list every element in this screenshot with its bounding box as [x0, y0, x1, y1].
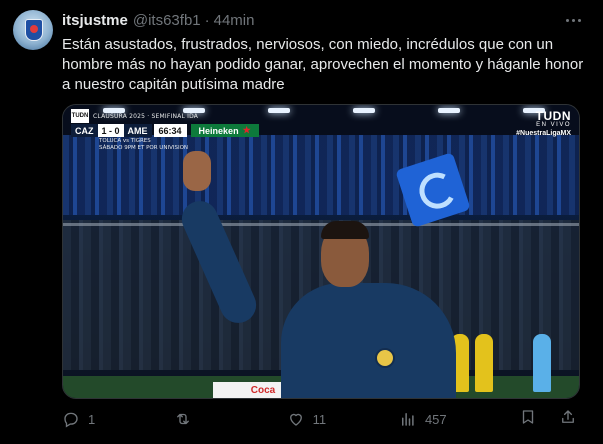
home-team: CAZ	[71, 124, 98, 137]
away-team: AME	[123, 124, 152, 137]
like-count: 11	[312, 411, 327, 427]
background-player	[475, 334, 493, 392]
action-bar-right	[519, 408, 577, 431]
action-bar: 1 11 457	[62, 408, 577, 430]
stadium-rail	[63, 223, 579, 226]
like-button[interactable]: 11	[287, 410, 327, 428]
coach-hand	[183, 151, 211, 191]
match-caption: CLAUSURA 2025 · SEMIFINAL IDA	[93, 112, 199, 120]
background-player	[533, 334, 551, 392]
sponsor-badge: Heineken ★	[190, 124, 259, 137]
next-match-line-1: TOLUCA vs TIGRES	[99, 138, 151, 144]
bookmark-icon[interactable]	[519, 408, 537, 431]
hashtag: #NuestraLigaMX	[516, 130, 571, 137]
reply-count: 1	[88, 411, 96, 427]
coach-jacket	[281, 283, 456, 398]
more-icon[interactable]	[561, 10, 585, 30]
share-icon[interactable]	[559, 408, 577, 431]
avatar-crest	[25, 19, 43, 41]
views-count: 457	[424, 411, 447, 427]
post-media[interactable]: Coca TUDN CLAUSURA 2025 · SEMIFINAL IDA …	[62, 104, 580, 399]
match-clock: 66:34	[153, 124, 187, 137]
next-match-line-2: SÁBADO 9PM ET POR UNIVISION	[99, 145, 189, 151]
heart-icon	[287, 410, 305, 428]
post-time[interactable]: 44min	[214, 12, 255, 29]
sponsor-name: Heineken	[198, 125, 239, 136]
reply-icon	[62, 410, 80, 428]
avatar[interactable]	[13, 10, 53, 50]
separator: ·	[204, 12, 210, 29]
post-header: itsjustme @its63fb1 · 44min	[62, 12, 583, 32]
star-icon: ★	[242, 125, 251, 135]
broadcaster-bug: TUDN EN VIVO #NuestraLigaMX	[516, 109, 571, 137]
live-label: EN VIVO	[536, 122, 571, 128]
repost-button[interactable]	[174, 410, 214, 428]
coach-hair	[321, 221, 369, 239]
post-text: Están asustados, frustrados, nerviosos, …	[62, 36, 584, 93]
views-icon	[399, 410, 417, 428]
views-button[interactable]: 457	[399, 410, 447, 428]
score-overlay: TUDN CLAUSURA 2025 · SEMIFINAL IDA CAZ 1…	[71, 109, 301, 151]
reply-button[interactable]: 1	[62, 410, 102, 428]
tudn-logo: TUDN	[71, 109, 89, 123]
display-name[interactable]: itsjustme	[62, 12, 128, 29]
user-handle[interactable]: @its63fb1	[133, 12, 201, 29]
score: 1 - 0	[97, 124, 124, 137]
broadcaster-logo: TUDN	[535, 109, 571, 123]
club-crest-icon	[375, 348, 395, 368]
repost-icon	[174, 410, 192, 428]
